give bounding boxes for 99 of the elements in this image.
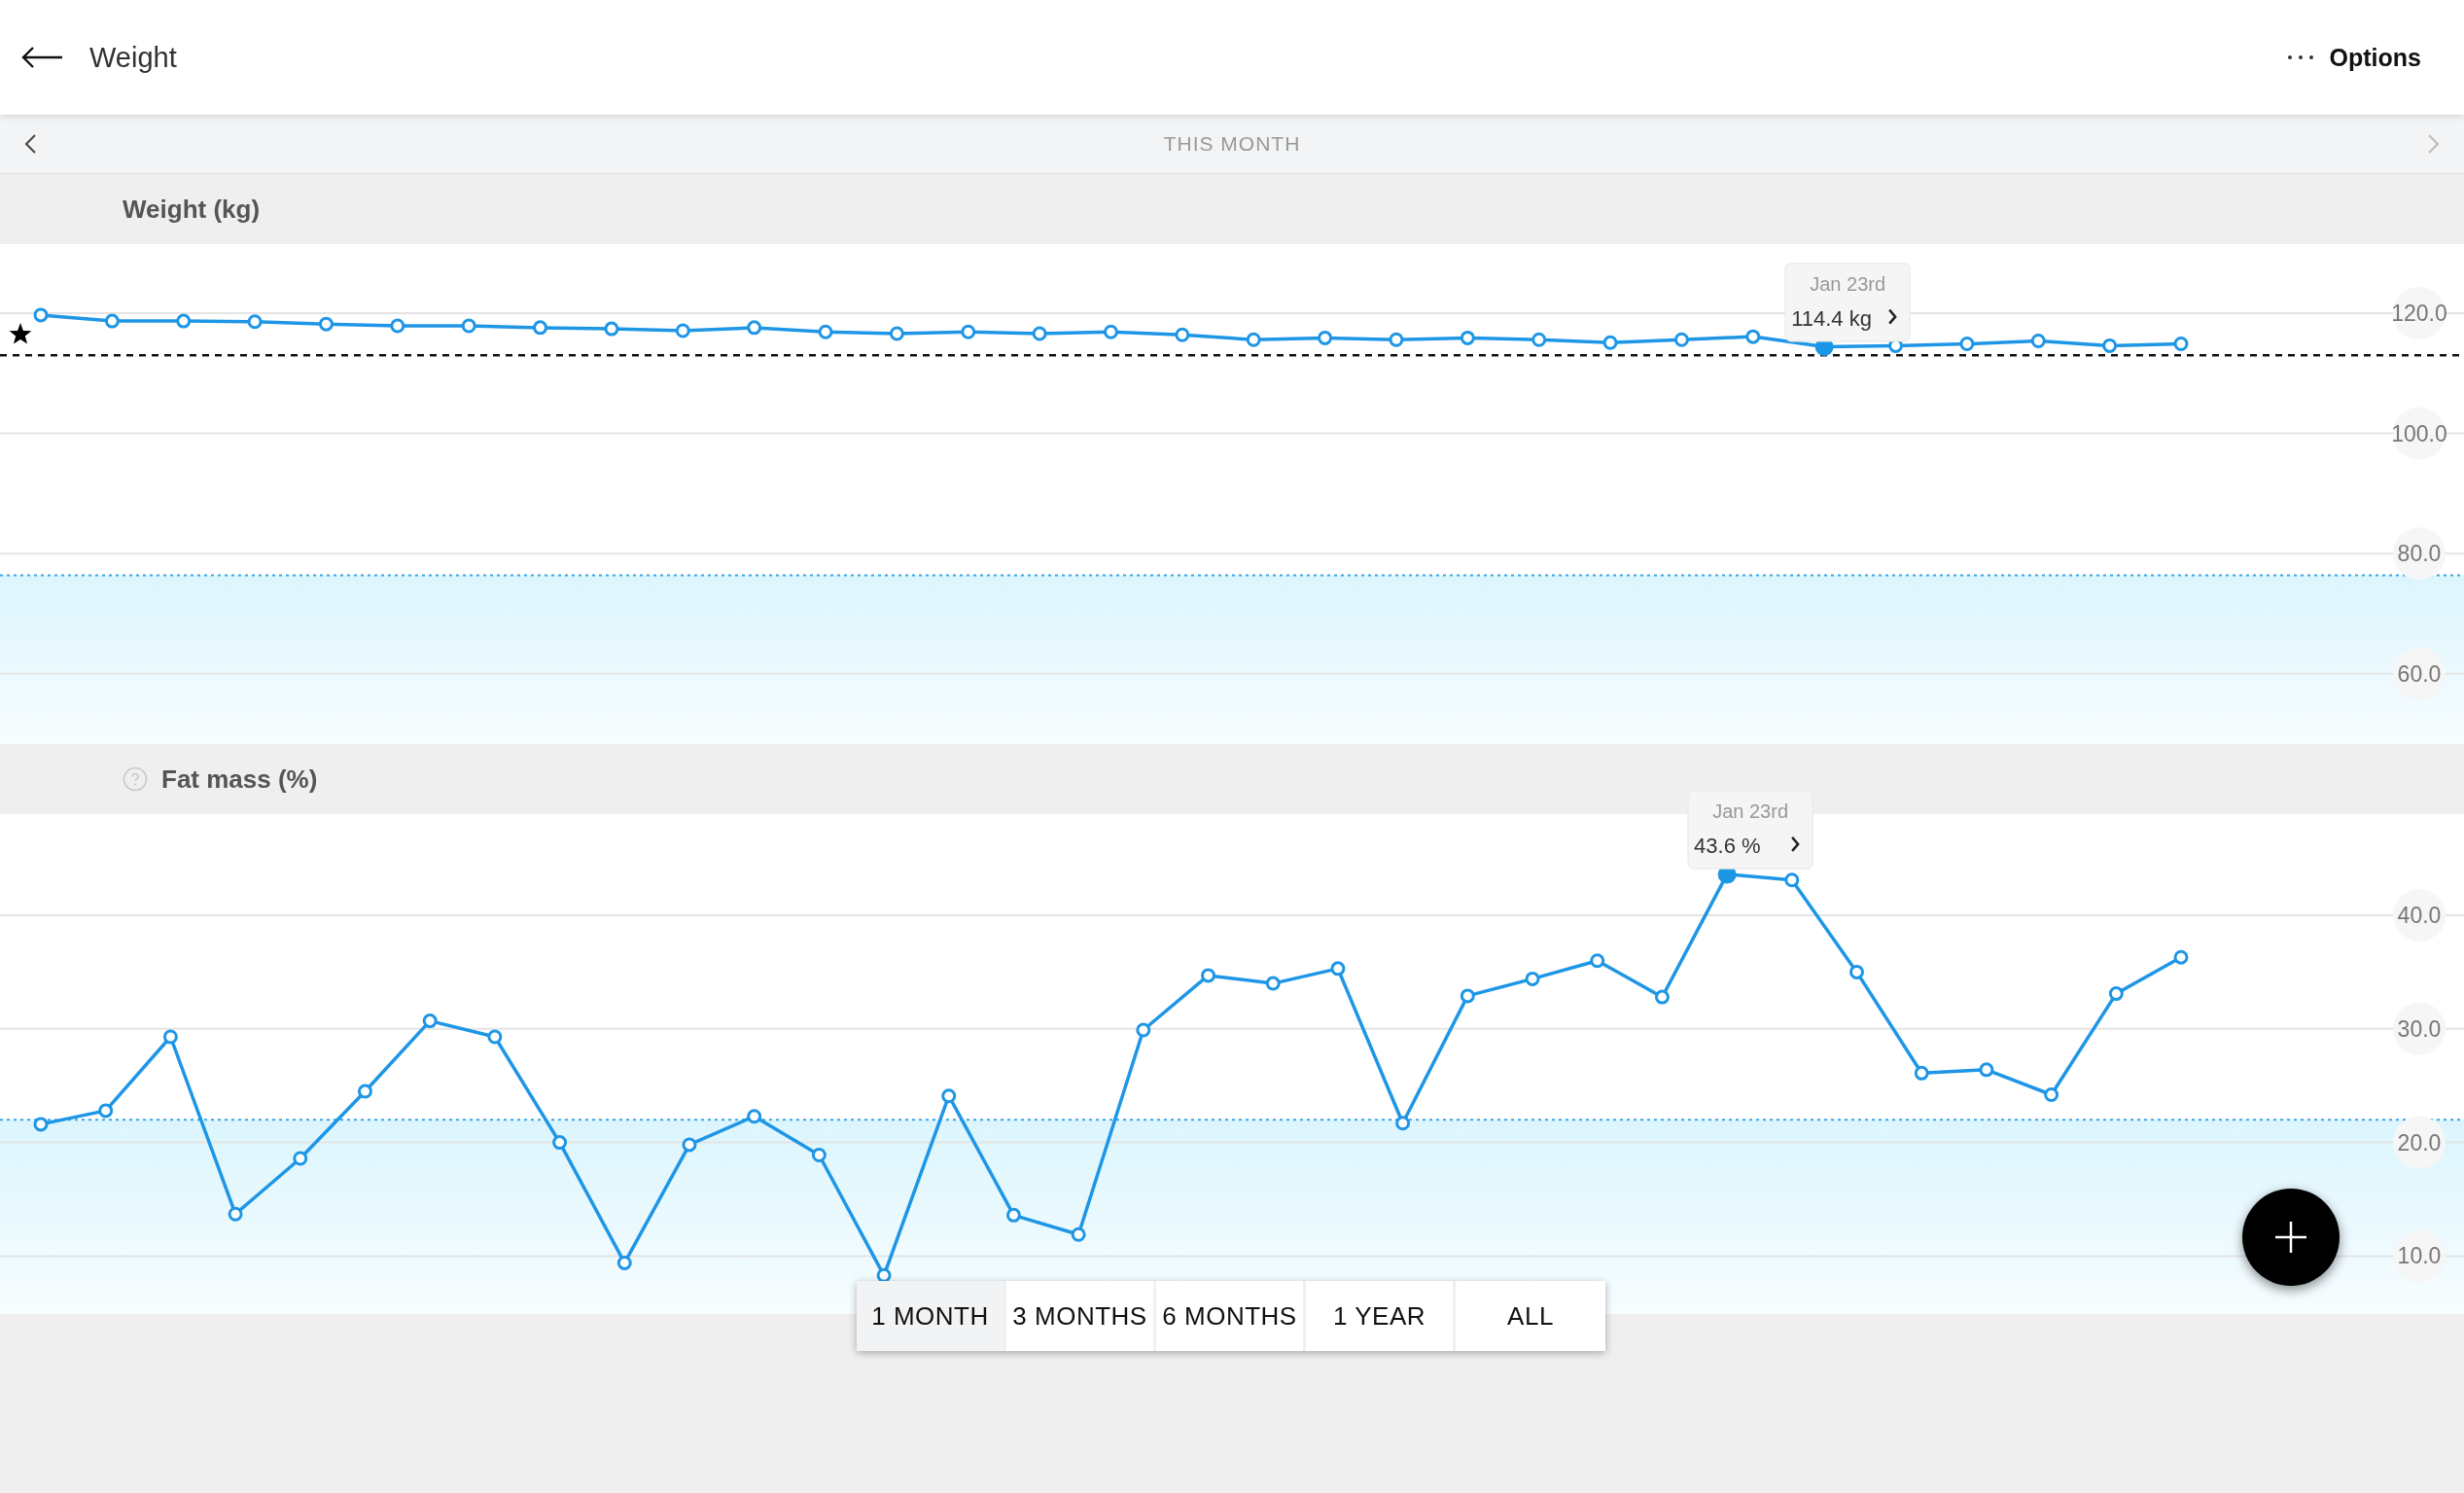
data-point bbox=[747, 1109, 762, 1124]
data-point bbox=[176, 313, 192, 329]
data-point bbox=[1318, 330, 1333, 345]
data-point bbox=[818, 324, 833, 339]
y-axis-label: 80.0 bbox=[2393, 527, 2446, 581]
data-point bbox=[33, 1117, 49, 1132]
tooltip-date: Jan 23rd bbox=[1712, 800, 1789, 822]
data-point bbox=[1330, 961, 1346, 977]
tooltip-value: 114.4 kg bbox=[1791, 305, 1872, 331]
data-point bbox=[604, 321, 619, 337]
data-point bbox=[104, 313, 120, 329]
tooltip-value: 43.6 % bbox=[1694, 833, 1761, 858]
y-tick-label: 30.0 bbox=[2397, 1015, 2442, 1042]
data-point bbox=[228, 1206, 243, 1222]
chevron-right-icon bbox=[1888, 308, 1897, 325]
back-arrow-icon[interactable] bbox=[21, 46, 64, 69]
y-tick-label: 120.0 bbox=[2391, 301, 2447, 327]
range-tab[interactable]: 1 MONTH bbox=[857, 1281, 1006, 1351]
y-axis-label: 100.0 bbox=[2391, 407, 2447, 460]
data-point bbox=[1389, 332, 1404, 347]
data-point bbox=[616, 1255, 632, 1270]
data-point bbox=[461, 318, 476, 334]
chevron-left-icon bbox=[23, 133, 37, 155]
period-label: THIS MONTH bbox=[1163, 132, 1301, 156]
y-axis-label: 10.0 bbox=[2393, 1229, 2446, 1283]
y-tick-label: 10.0 bbox=[2397, 1243, 2442, 1269]
tooltip-date: Jan 23rd bbox=[1810, 272, 1886, 295]
data-point bbox=[1590, 953, 1605, 969]
data-point bbox=[1959, 337, 1975, 352]
data-point bbox=[1265, 976, 1281, 991]
chevron-right-icon bbox=[2427, 133, 2441, 155]
chevron-right-icon bbox=[1791, 836, 1800, 852]
data-point bbox=[1654, 989, 1670, 1005]
data-point bbox=[487, 1029, 503, 1045]
data-point bbox=[318, 316, 334, 332]
range-tab[interactable]: 3 MONTHS bbox=[1006, 1281, 1156, 1351]
data-point bbox=[1032, 326, 1047, 341]
options-button[interactable]: Options bbox=[2286, 43, 2421, 72]
data-point bbox=[1784, 872, 1800, 888]
data-point bbox=[2030, 333, 2046, 348]
data-point bbox=[247, 314, 263, 330]
range-tab[interactable]: 6 MONTHS bbox=[1156, 1281, 1306, 1351]
data-point bbox=[1979, 1062, 1994, 1078]
data-point bbox=[876, 1267, 892, 1283]
data-point bbox=[1201, 968, 1216, 983]
data-point bbox=[889, 326, 904, 341]
data-point bbox=[552, 1135, 568, 1151]
data-point bbox=[390, 318, 405, 334]
data-point bbox=[162, 1029, 178, 1045]
data-point bbox=[1136, 1022, 1151, 1038]
data-point bbox=[1246, 332, 1261, 347]
y-tick-label: 20.0 bbox=[2397, 1129, 2442, 1155]
data-point bbox=[1460, 988, 1475, 1004]
y-tick-label: 80.0 bbox=[2397, 541, 2442, 567]
data-point bbox=[1460, 330, 1475, 345]
data-point bbox=[1849, 964, 1864, 979]
data-point bbox=[961, 324, 976, 339]
range-tab[interactable]: ALL bbox=[1456, 1281, 1605, 1351]
data-point bbox=[533, 320, 548, 336]
data-point bbox=[1673, 332, 1689, 347]
data-point bbox=[747, 320, 762, 336]
y-axis-label: 30.0 bbox=[2393, 1002, 2446, 1055]
data-point bbox=[293, 1151, 308, 1166]
page-title: Weight bbox=[89, 41, 178, 74]
data-point bbox=[1525, 971, 1540, 986]
data-point bbox=[1005, 1207, 1021, 1223]
y-axis-label: 40.0 bbox=[2393, 888, 2446, 942]
data-point bbox=[98, 1103, 114, 1119]
data-point bbox=[2173, 949, 2189, 965]
section-title: Fat mass (%) bbox=[161, 764, 318, 795]
section-title: Weight (kg) bbox=[123, 194, 261, 225]
data-point bbox=[941, 1088, 957, 1104]
y-tick-label: 40.0 bbox=[2397, 902, 2442, 928]
data-point bbox=[33, 307, 49, 323]
data-point bbox=[1071, 1226, 1086, 1242]
data-point bbox=[1104, 324, 1118, 339]
plus-icon bbox=[2273, 1220, 2308, 1255]
data-point bbox=[682, 1137, 697, 1153]
data-point bbox=[675, 323, 690, 338]
data-point bbox=[1175, 327, 1190, 342]
data-point bbox=[1531, 332, 1547, 347]
data-point bbox=[1395, 1116, 1411, 1131]
data-point bbox=[1602, 335, 1618, 350]
data-point bbox=[358, 1084, 372, 1099]
y-tick-label: 100.0 bbox=[2391, 420, 2447, 446]
y-axis-label: 60.0 bbox=[2393, 647, 2446, 700]
data-point bbox=[1745, 329, 1761, 344]
range-tab[interactable]: 1 YEAR bbox=[1306, 1281, 1456, 1351]
data-point bbox=[2173, 337, 2189, 352]
data-point bbox=[2102, 338, 2118, 353]
data-point bbox=[422, 1013, 438, 1029]
data-point bbox=[2108, 986, 2124, 1002]
data-point bbox=[2044, 1087, 2059, 1103]
y-axis-label: 120.0 bbox=[2391, 287, 2447, 340]
y-tick-label: 60.0 bbox=[2397, 660, 2442, 687]
more-dots-icon bbox=[2286, 54, 2314, 60]
data-point bbox=[1914, 1065, 1929, 1081]
data-point bbox=[811, 1147, 827, 1162]
y-axis-label: 20.0 bbox=[2393, 1116, 2446, 1169]
